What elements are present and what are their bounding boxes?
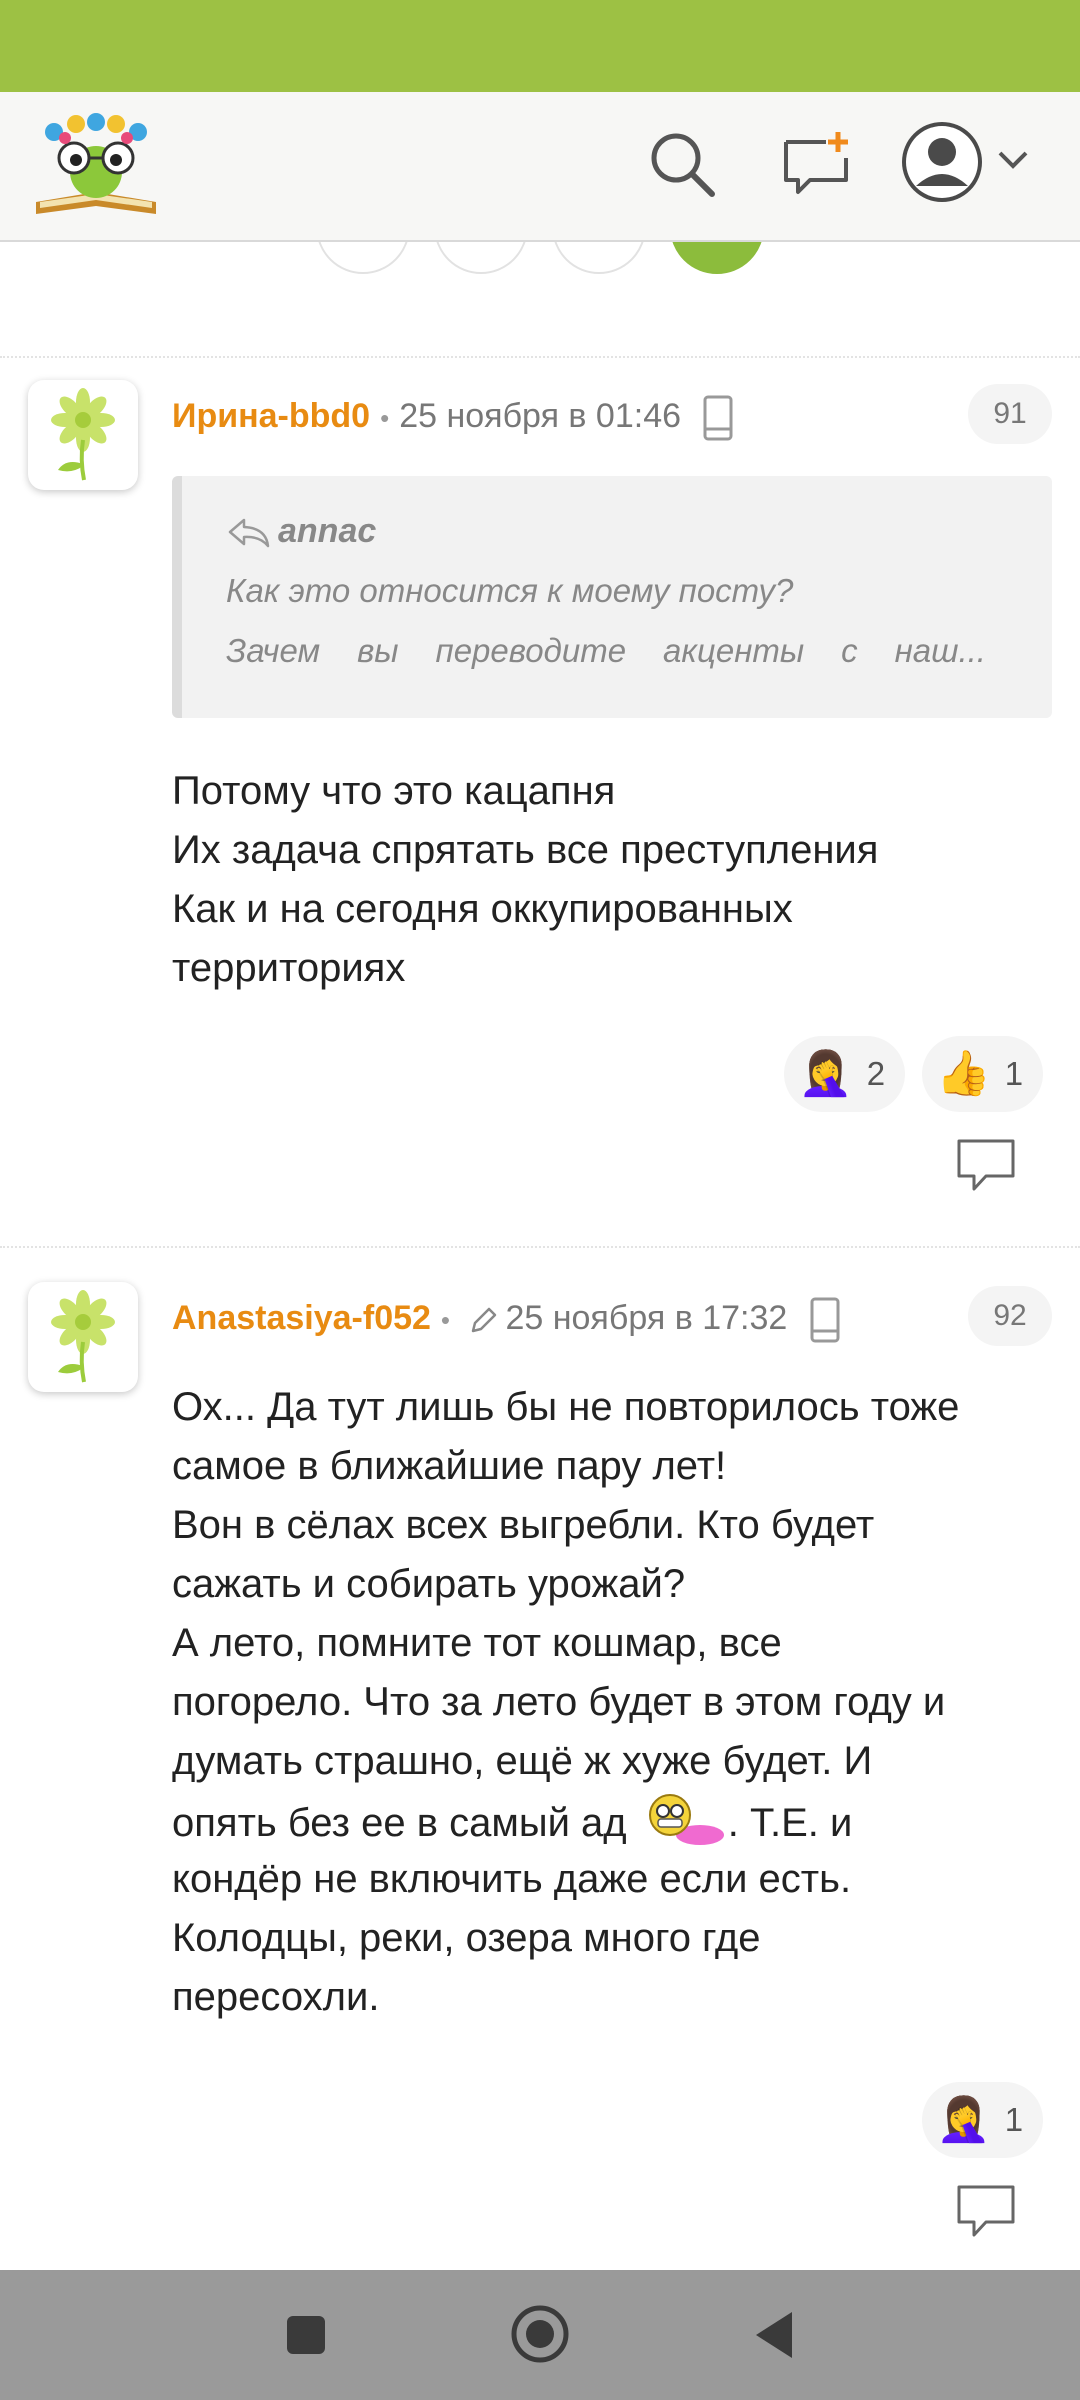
comment-line: Потому что это кацапня xyxy=(172,769,616,813)
comment-line: сажать и собирать урожай? xyxy=(172,1562,686,1606)
comment-line: Вон в сёлах всех выгребли. Кто будет xyxy=(172,1503,875,1547)
comment-line: пересохли. xyxy=(172,1975,380,2019)
reply-bubble-icon[interactable] xyxy=(956,2184,1016,2238)
quote-word: переводите xyxy=(435,632,627,669)
new-message-plus-icon[interactable] xyxy=(780,128,852,200)
divider xyxy=(0,356,1080,358)
comment-author[interactable]: Anastasiya-f052 xyxy=(172,1299,431,1337)
reaction-count: 1 xyxy=(1004,2101,1024,2138)
status-bar xyxy=(0,0,1080,92)
comment-line: Их задача спрятать все преступления xyxy=(172,828,879,872)
comment-line: думать страшно, ещё ж хуже будет. И xyxy=(172,1739,873,1783)
mobile-phone-icon xyxy=(703,395,733,441)
reaction-count: 1 xyxy=(1004,1055,1024,1092)
divider xyxy=(0,1246,1080,1248)
comment-body: Ох... Да тут лишь бы не повторилось тоже… xyxy=(172,1378,1052,2027)
comment-line: Колодцы, реки, озера много где xyxy=(172,1916,761,1960)
flower-avatar-icon xyxy=(51,388,115,481)
meta-dot: • xyxy=(380,403,390,433)
comment-line-with-emoji: опять без ее в самый ад . Т.Е. и xyxy=(172,1791,1052,1850)
meta-dot: • xyxy=(440,1305,451,1335)
comment-author[interactable]: Ирина-bbd0 xyxy=(172,397,370,435)
comment-line: самое в ближайшие пару лет! xyxy=(172,1444,727,1488)
quote-text-line: Зачем вы переводите акценты с наш... xyxy=(226,632,986,670)
reaction-thumbs-up[interactable]: 👍 1 xyxy=(922,1036,1044,1112)
search-icon[interactable] xyxy=(646,128,718,200)
quote-word: вы xyxy=(357,632,399,669)
header-controls xyxy=(0,92,1080,240)
comment-number[interactable]: 92 xyxy=(968,1286,1052,1346)
reaction-facepalm[interactable]: 🤦‍♀️ 2 xyxy=(784,1036,906,1112)
comment-line: опять без ее в самый ад xyxy=(172,1801,627,1845)
reaction-count: 2 xyxy=(866,1055,886,1092)
comment-line: погорело. Что за лето будет в этом году … xyxy=(172,1680,946,1724)
comment-number[interactable]: 91 xyxy=(968,384,1052,444)
comment-line: территориях xyxy=(172,946,406,990)
thumbs-up-icon: 👍 xyxy=(936,1049,991,1098)
quoted-reply[interactable]: annac Как это относится к моему посту? З… xyxy=(172,476,1052,718)
quote-text-line: Как это относится к моему посту? xyxy=(226,572,794,609)
quote-author: annac xyxy=(278,512,377,550)
avatar[interactable] xyxy=(28,380,138,490)
system-nav-bar xyxy=(0,2270,1080,2400)
quote-author-row: annac xyxy=(226,512,376,551)
quote-word: Зачем xyxy=(226,632,321,669)
user-avatar-icon[interactable] xyxy=(902,122,982,202)
comment-line: Ох... Да тут лишь бы не повторилось тоже xyxy=(172,1385,960,1429)
pencil-icon xyxy=(472,1307,497,1333)
quote-word: наш... xyxy=(894,632,986,669)
circle-home-icon[interactable] xyxy=(510,2304,570,2364)
facepalm-icon: 🤦‍♀️ xyxy=(936,2095,991,2144)
facepalm-icon: 🤦‍♀️ xyxy=(798,1049,853,1098)
avatar[interactable] xyxy=(28,1282,138,1392)
comment-body: Потому что это кацапня Их задача спрятат… xyxy=(172,762,1052,998)
triangle-back-icon[interactable] xyxy=(752,2310,796,2360)
comment-date: 25 ноября в 17:32 xyxy=(505,1299,788,1337)
sick-smiley-with-pillow-icon xyxy=(648,1794,724,1845)
mobile-phone-icon xyxy=(810,1297,840,1343)
reply-arrow-icon xyxy=(228,518,270,548)
comment-meta: Anastasiya-f052 • 25 ноября в 17:32 xyxy=(172,1290,841,1346)
square-recents-icon[interactable] xyxy=(287,2316,325,2354)
quote-word: с xyxy=(841,632,858,669)
logo-icon[interactable] xyxy=(30,110,162,220)
comment-date: 25 ноября в 01:46 xyxy=(399,397,682,435)
comment-meta: Ирина-bbd0 • 25 ноября в 01:46 xyxy=(172,388,734,444)
flower-avatar-icon xyxy=(51,1290,115,1383)
quote-word: акценты xyxy=(663,632,805,669)
comment-line: . Т.Е. и xyxy=(727,1801,853,1845)
reaction-facepalm[interactable]: 🤦‍♀️ 1 xyxy=(922,2082,1044,2158)
reply-bubble-icon[interactable] xyxy=(956,1138,1016,1192)
comment-line: Как и на сегодня оккупированных xyxy=(172,887,793,931)
comment-line: кондёр не включить даже если есть. xyxy=(172,1857,852,1901)
chevron-down-icon[interactable] xyxy=(996,148,1030,172)
comment-line: А лето, помните тот кошмар, все xyxy=(172,1621,782,1665)
